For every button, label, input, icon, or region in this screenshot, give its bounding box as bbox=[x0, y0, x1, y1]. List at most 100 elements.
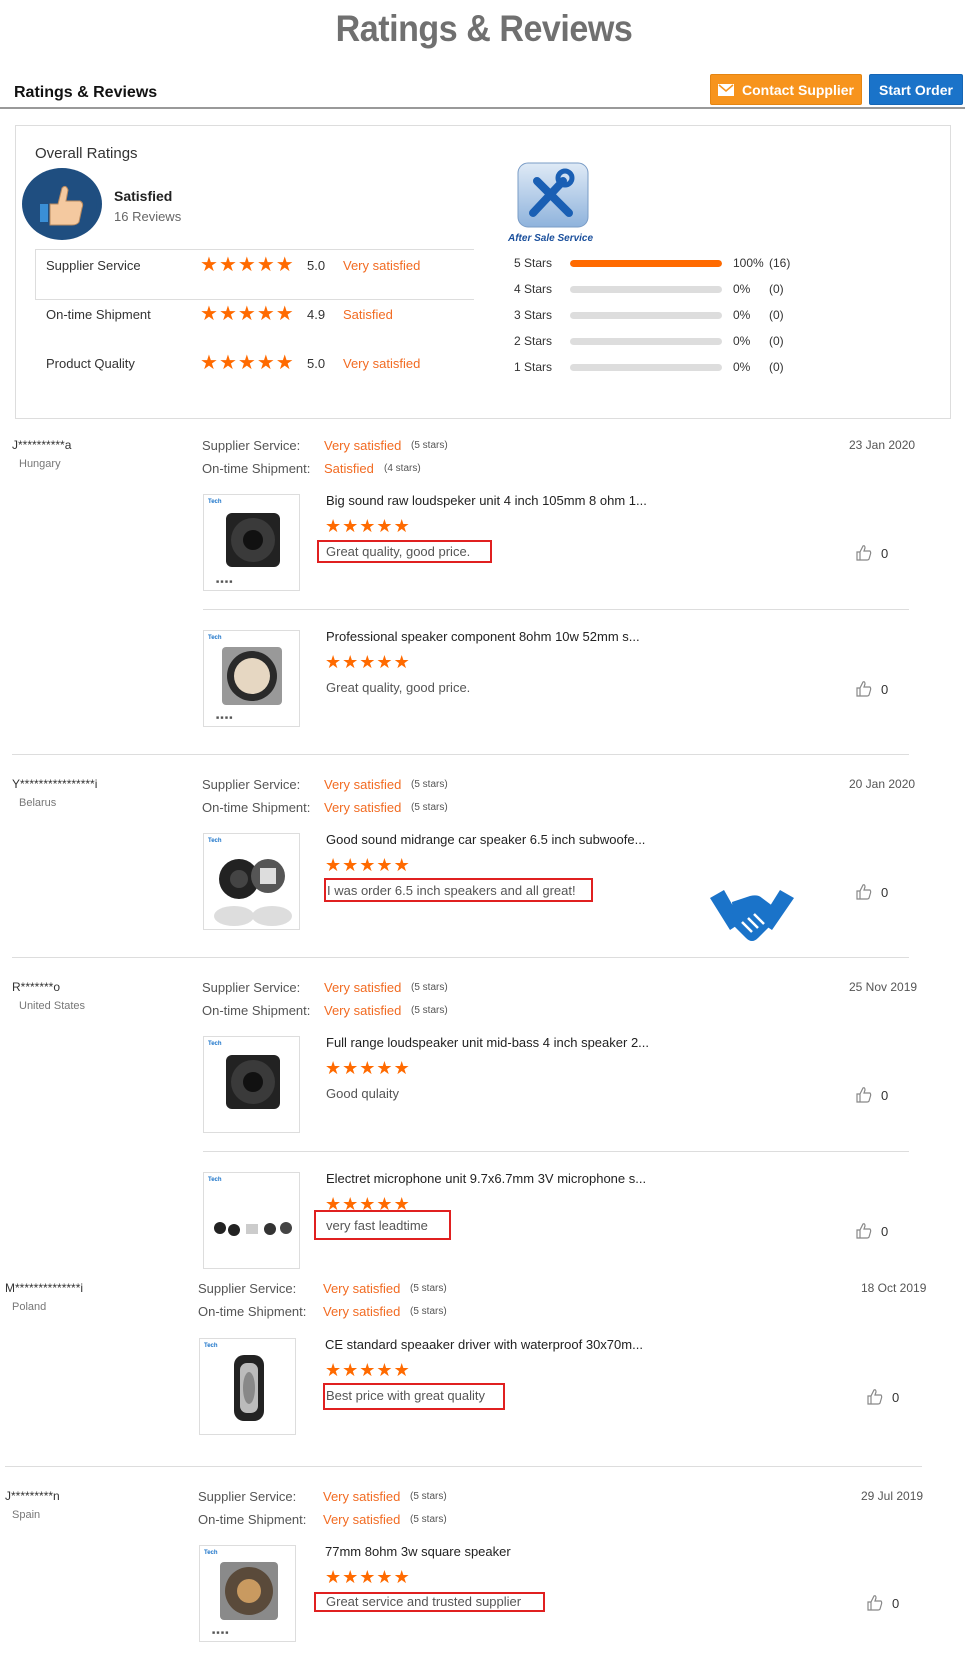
supplier-service-label: Supplier Service: bbox=[202, 777, 301, 792]
review-comment: very fast leadtime bbox=[326, 1218, 428, 1233]
review-date: 29 Jul 2019 bbox=[861, 1489, 924, 1503]
thumbs-up-outline-icon bbox=[867, 1389, 883, 1405]
product-title[interactable]: Full range loudspeaker unit mid-bass 4 i… bbox=[326, 1035, 656, 1050]
distribution-label: 2 Stars bbox=[514, 334, 553, 348]
distribution-pct: 0% bbox=[733, 282, 751, 296]
product-divider bbox=[203, 1151, 909, 1152]
like-count: 0 bbox=[892, 1389, 900, 1405]
like-button[interactable]: 0 bbox=[855, 1222, 888, 1240]
like-button[interactable]: 0 bbox=[866, 1594, 899, 1612]
distribution-count: (0) bbox=[769, 360, 784, 374]
ontime-shipment-value: Satisfied bbox=[324, 461, 374, 476]
rating-text-quality: Very satisfied bbox=[343, 356, 421, 371]
product-title[interactable]: 77mm 8ohm 3w square speaker bbox=[325, 1544, 655, 1559]
rating-text-shipment: Satisfied bbox=[343, 307, 393, 322]
contact-supplier-button[interactable]: Contact Supplier bbox=[710, 74, 862, 105]
start-order-button[interactable]: Start Order bbox=[869, 74, 963, 105]
reviewer-country: United States bbox=[19, 1000, 86, 1012]
like-button[interactable]: 0 bbox=[855, 883, 888, 901]
like-button[interactable]: 0 bbox=[866, 1388, 899, 1406]
ontime-shipment-label: On-time Shipment: bbox=[198, 1512, 307, 1527]
reviewer-country: Poland bbox=[12, 1301, 47, 1313]
supplier-service-stars: (5 stars) bbox=[411, 779, 448, 790]
rating-stars-shipment: ★ ★ ★ ★ ★ bbox=[200, 303, 294, 325]
ontime-shipment-stars: (4 stars) bbox=[384, 463, 421, 474]
rating-stars-quality: ★ ★ ★ ★ ★ bbox=[200, 352, 294, 374]
distribution-row-2: 2 Stars 0% (0) bbox=[514, 331, 784, 351]
distribution-pct: 0% bbox=[733, 360, 751, 374]
distribution-bar bbox=[570, 259, 722, 267]
brand-logo: Tech bbox=[208, 1041, 222, 1047]
product-title[interactable]: Professional speaker component 8ohm 10w … bbox=[326, 629, 656, 644]
ontime-shipment-label: On-time Shipment: bbox=[198, 1304, 307, 1319]
ontime-shipment-value: Very satisfied bbox=[324, 800, 402, 815]
supplier-service-value: Very satisfied bbox=[323, 1489, 401, 1504]
product-divider bbox=[203, 609, 909, 610]
reviewer-name: M**************i bbox=[5, 1281, 84, 1295]
like-button[interactable]: 0 bbox=[855, 680, 888, 698]
review-count: 16 Reviews bbox=[114, 209, 182, 224]
product-image[interactable]: Tech ■ ■ ■ ■ bbox=[203, 494, 300, 591]
contact-supplier-label: Contact Supplier bbox=[741, 81, 854, 98]
banner-title: Ratings & Reviews bbox=[335, 8, 633, 49]
product-image[interactable]: Tech bbox=[203, 1172, 300, 1269]
product-title[interactable]: Good sound midrange car speaker 6.5 inch… bbox=[326, 832, 656, 847]
overall-ratings-title: Overall Ratings bbox=[35, 145, 138, 162]
product-stars: ★ ★ ★ ★ ★ bbox=[325, 1567, 410, 1587]
thumbs-up-outline-icon bbox=[856, 1087, 872, 1103]
rating-score-shipment: 4.9 bbox=[307, 307, 326, 322]
distribution-bar bbox=[570, 363, 722, 371]
brand-logo: Tech bbox=[208, 1177, 222, 1183]
distribution-bar bbox=[570, 285, 722, 293]
review-comment: Great quality, good price. bbox=[326, 544, 471, 559]
header-divider bbox=[0, 107, 965, 109]
review-comment: Great quality, good price. bbox=[326, 680, 471, 695]
product-image[interactable]: Tech ■ ■ ■ ■ bbox=[199, 1545, 296, 1642]
distribution-row-4: 4 Stars 0% (0) bbox=[514, 279, 784, 299]
reviewer-name: J**********a bbox=[12, 438, 72, 452]
ontime-shipment-stars: (5 stars) bbox=[411, 802, 448, 813]
rating-stars-supplier: ★ ★ ★ ★ ★ bbox=[200, 254, 294, 276]
product-image[interactable]: Tech bbox=[203, 1036, 300, 1133]
distribution-pct: 0% bbox=[733, 334, 751, 348]
product-stars: ★ ★ ★ ★ ★ bbox=[325, 1058, 410, 1078]
rating-label-quality: Product Quality bbox=[46, 356, 135, 371]
section-title: Ratings & Reviews bbox=[14, 84, 158, 101]
like-count: 0 bbox=[881, 1087, 889, 1103]
svg-text:■ ■ ■ ■: ■ ■ ■ ■ bbox=[216, 579, 232, 585]
supplier-service-stars: (5 stars) bbox=[410, 1283, 447, 1294]
ontime-shipment-stars: (5 stars) bbox=[411, 1005, 448, 1016]
distribution-count: (0) bbox=[769, 334, 784, 348]
distribution-label: 4 Stars bbox=[514, 282, 553, 296]
rating-label-shipment: On-time Shipment bbox=[46, 307, 151, 322]
like-button[interactable]: 0 bbox=[855, 1086, 888, 1104]
product-title[interactable]: Big sound raw loudspeker unit 4 inch 105… bbox=[326, 493, 656, 508]
reviewer-country: Spain bbox=[12, 1509, 41, 1521]
ontime-shipment-stars: (5 stars) bbox=[410, 1306, 447, 1317]
supplier-service-stars: (5 stars) bbox=[411, 440, 448, 451]
product-title[interactable]: Electret microphone unit 9.7x6.7mm 3V mi… bbox=[326, 1171, 656, 1186]
product-title[interactable]: CE standard speaaker driver with waterpr… bbox=[325, 1337, 655, 1352]
review-comment: I was order 6.5 inch speakers and all gr… bbox=[327, 883, 576, 898]
product-image[interactable]: Tech bbox=[199, 1338, 296, 1435]
like-count: 0 bbox=[881, 884, 889, 900]
review-comment: Good qulaity bbox=[326, 1086, 399, 1101]
like-count: 0 bbox=[881, 545, 889, 561]
product-image[interactable]: Tech bbox=[203, 833, 300, 930]
review-comment: Best price with great quality bbox=[326, 1388, 485, 1403]
like-button[interactable]: 0 bbox=[855, 544, 888, 562]
supplier-service-label: Supplier Service: bbox=[198, 1281, 297, 1296]
ontime-shipment-label: On-time Shipment: bbox=[202, 461, 311, 476]
distribution-bar bbox=[570, 311, 722, 319]
distribution-label: 1 Stars bbox=[514, 360, 553, 374]
reviewer-country: Belarus bbox=[19, 797, 57, 809]
supplier-service-label: Supplier Service: bbox=[202, 980, 301, 995]
ontime-shipment-label: On-time Shipment: bbox=[202, 800, 311, 815]
reviewer-name: R*******o bbox=[12, 980, 61, 994]
product-image[interactable]: Tech ■ ■ ■ ■ bbox=[203, 630, 300, 727]
ontime-shipment-value: Very satisfied bbox=[323, 1512, 401, 1527]
distribution-row-5: 5 Stars 100% (16) bbox=[514, 253, 790, 273]
svg-text:■ ■ ■ ■: ■ ■ ■ ■ bbox=[216, 715, 232, 721]
thumbs-up-outline-icon bbox=[867, 1595, 883, 1611]
supplier-service-label: Supplier Service: bbox=[198, 1489, 297, 1504]
